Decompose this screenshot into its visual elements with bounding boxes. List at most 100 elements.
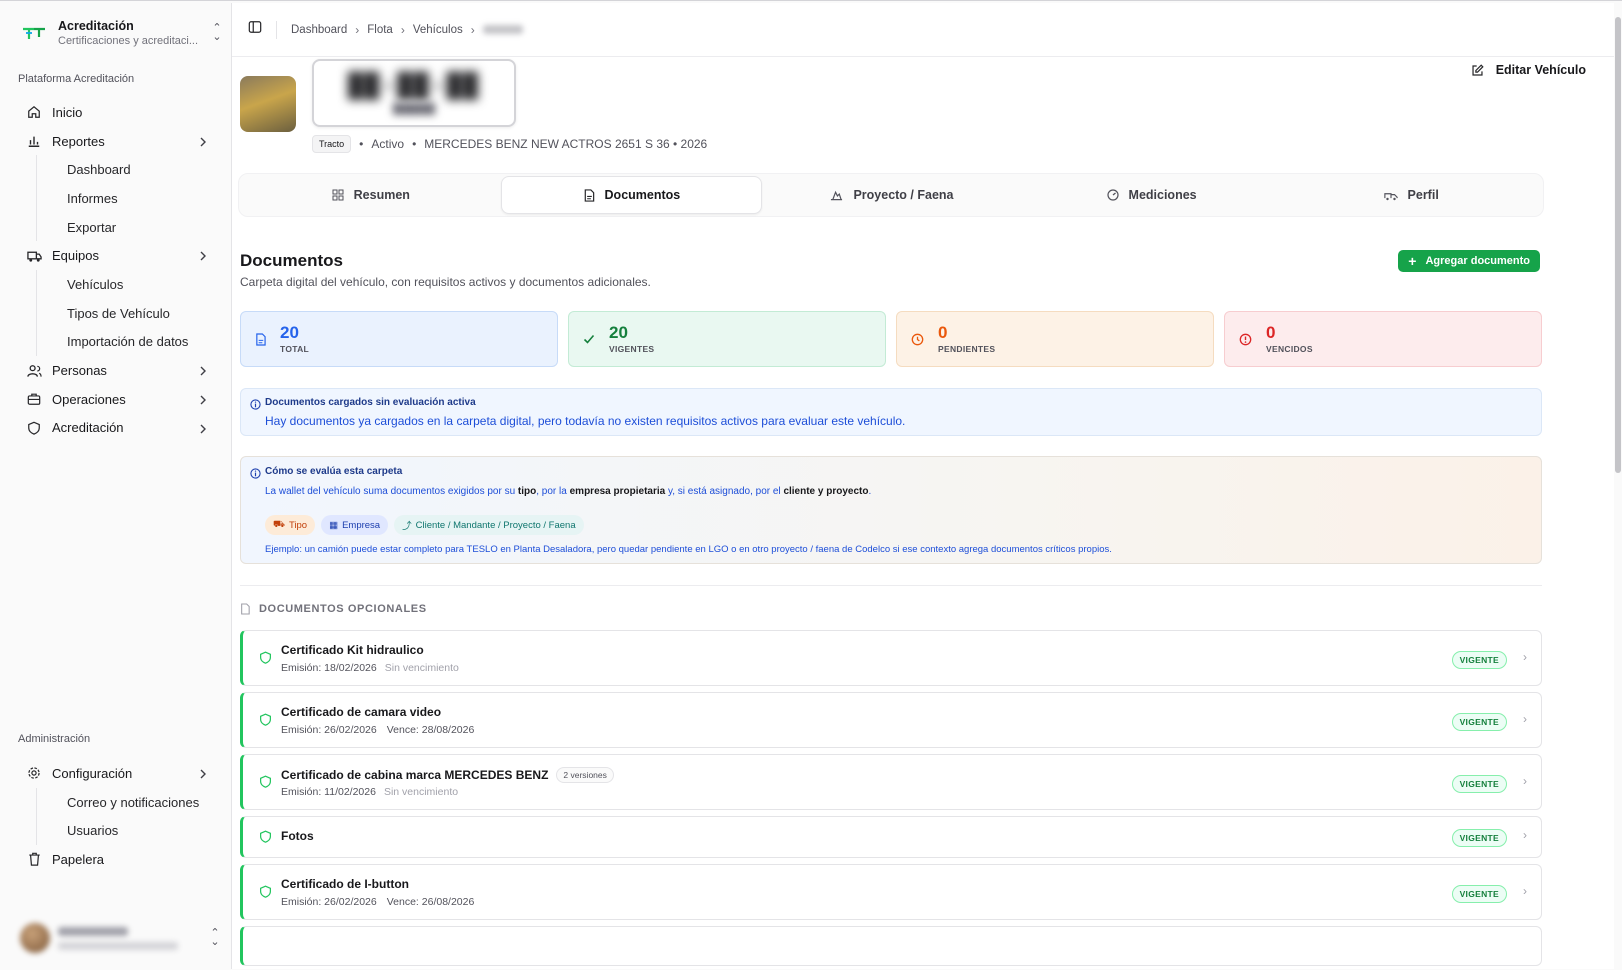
status-badge: VIGENTE bbox=[1451, 775, 1507, 793]
building-icon: ▦ bbox=[329, 519, 339, 531]
document-name: Certificado de camara video bbox=[281, 705, 442, 719]
document-row[interactable]: Certificado de I-button Emisión: 26/02/2… bbox=[240, 864, 1542, 920]
chevron-right-icon: › bbox=[470, 22, 475, 37]
sidebar-item-configuracion[interactable]: Configuración bbox=[18, 759, 222, 788]
chevron-right-icon bbox=[198, 422, 208, 437]
howto-text-part: . bbox=[868, 486, 872, 497]
sidebar-subitem-dashboard[interactable]: Dashboard bbox=[36, 155, 222, 185]
stat-label: PENDIENTES bbox=[938, 344, 996, 354]
tab-documentos[interactable]: Documentos bbox=[500, 176, 763, 214]
tab-resumen[interactable]: Resumen bbox=[241, 176, 501, 214]
tab-label: Proyecto / Faena bbox=[853, 188, 954, 202]
document-name: Certificado Kit hidraulico bbox=[281, 643, 424, 657]
stat-vencidos: 0 VENCIDOS bbox=[1224, 311, 1542, 367]
stat-value: 0 bbox=[938, 323, 948, 342]
briefcase-icon bbox=[26, 391, 42, 407]
chip-label: Empresa bbox=[342, 519, 381, 531]
nav-group-label: Plataforma Acreditación bbox=[18, 73, 135, 85]
check-icon bbox=[583, 333, 595, 345]
sidebar-item-label: Acreditación bbox=[52, 420, 124, 436]
tab-perfil[interactable]: Perfil bbox=[1281, 176, 1541, 214]
breadcrumb-current-redacted bbox=[482, 25, 523, 34]
sidebar-item-reportes[interactable]: Reportes bbox=[18, 127, 222, 156]
user-menu[interactable]: ⌃ ⌄ bbox=[14, 917, 222, 959]
breadcrumb-flota[interactable]: Flota bbox=[367, 24, 393, 36]
sidebar-item-inicio[interactable]: Inicio bbox=[18, 98, 222, 127]
chart-icon bbox=[26, 133, 42, 149]
chip-label: Cliente / Mandante / Proyecto / Faena bbox=[415, 519, 576, 531]
tab-proyecto-faena[interactable]: Proyecto / Faena bbox=[762, 176, 1022, 214]
sidebar-item-label: Operaciones bbox=[52, 391, 126, 407]
info-icon bbox=[250, 397, 261, 415]
page-scrollbar[interactable] bbox=[1614, 3, 1622, 969]
sidebar-item-papelera[interactable]: Papelera bbox=[18, 845, 222, 874]
document-name: Certificado de cabina marca MERCEDES BEN… bbox=[281, 768, 549, 782]
sidebar-subitem-exportar[interactable]: Exportar bbox=[36, 212, 222, 242]
brand-title: Acreditación bbox=[58, 19, 134, 33]
admin-nav: Configuración Correo y notificaciones Us… bbox=[18, 759, 222, 874]
tab-label: Perfil bbox=[1407, 188, 1439, 202]
scrollbar-thumb[interactable] bbox=[1615, 17, 1621, 473]
chevron-right-icon: › bbox=[355, 22, 360, 37]
sidebar-subitem-importacion[interactable]: Importación de datos bbox=[36, 327, 222, 357]
breadcrumb-vehiculos[interactable]: Vehículos bbox=[413, 24, 463, 36]
truck-icon: ⛟ bbox=[273, 519, 285, 530]
document-row[interactable]: Fotos VIGENTE › bbox=[240, 816, 1542, 858]
sidebar-item-label: Papelera bbox=[52, 851, 105, 867]
chevron-right-icon: › bbox=[1523, 650, 1527, 664]
tab-label: Resumen bbox=[353, 188, 410, 202]
vehicle-photo bbox=[240, 76, 296, 132]
document-issued: Emisión: 18/02/2026 bbox=[281, 662, 377, 674]
document-row[interactable]: Certificado Kit hidraulico Emisión: 18/0… bbox=[240, 630, 1542, 686]
divider bbox=[276, 20, 277, 39]
optional-docs-header: DOCUMENTOS OPCIONALES bbox=[240, 603, 427, 615]
document-row[interactable]: Certificado de camara video Emisión: 26/… bbox=[240, 692, 1542, 748]
shield-icon bbox=[259, 713, 272, 731]
sidebar-item-label: Reportes bbox=[52, 133, 105, 149]
mine-icon bbox=[830, 189, 843, 201]
howto-text-part: , por la bbox=[536, 486, 570, 497]
stat-total: 20 TOTAL bbox=[240, 311, 558, 367]
document-expiry: Sin vencimiento bbox=[383, 786, 459, 798]
document-expiry: Vence: 28/08/2026 bbox=[386, 724, 475, 736]
sidebar-item-label: Configuración bbox=[52, 765, 133, 781]
chevron-right-icon: › bbox=[1523, 828, 1527, 842]
avatar bbox=[20, 923, 50, 953]
truck-icon bbox=[26, 248, 42, 264]
user-info-redacted bbox=[58, 926, 208, 950]
chevron-right-icon bbox=[198, 249, 208, 264]
brand-logo bbox=[20, 19, 48, 47]
notice-text: Hay documentos ya cargados en la carpeta… bbox=[265, 414, 906, 428]
howto-text-part: y, si está asignado, por el bbox=[665, 486, 784, 497]
sidebar-item-equipos[interactable]: Equipos bbox=[18, 241, 222, 270]
status-badge: VIGENTE bbox=[1451, 651, 1507, 669]
sidebar-item-personas[interactable]: Personas bbox=[18, 356, 222, 385]
info-icon bbox=[250, 466, 261, 484]
main-nav: Inicio Reportes Dashboard Informes Expor… bbox=[18, 98, 222, 442]
sidebar-subitem-tipos-vehiculo[interactable]: Tipos de Vehículo bbox=[36, 298, 222, 328]
sidebar-subitem-usuarios[interactable]: Usuarios bbox=[36, 816, 222, 846]
sidebar-subitem-correo[interactable]: Correo y notificaciones bbox=[36, 787, 222, 817]
tab-mediciones[interactable]: Mediciones bbox=[1022, 176, 1282, 214]
shield-icon bbox=[259, 775, 272, 793]
howto-title: Cómo se evalúa esta carpeta bbox=[265, 466, 403, 477]
org-switcher[interactable]: Acreditación Certificaciones y acreditac… bbox=[20, 13, 224, 53]
sidebar-subitem-informes[interactable]: Informes bbox=[36, 184, 222, 213]
trash-icon bbox=[26, 851, 42, 867]
sidebar-item-acreditacion[interactable]: Acreditación bbox=[18, 414, 222, 443]
chevron-right-icon: › bbox=[1523, 712, 1527, 726]
sidebar-subitem-vehiculos[interactable]: Vehículos bbox=[36, 270, 222, 299]
edit-vehicle-button[interactable]: Editar Vehículo bbox=[1471, 63, 1586, 77]
sidebar-toggle-icon[interactable] bbox=[248, 20, 262, 39]
document-issued: Emisión: 26/02/2026 bbox=[281, 724, 377, 736]
breadcrumb-dashboard[interactable]: Dashboard bbox=[291, 24, 347, 36]
stat-vigentes: 20 VIGENTES bbox=[568, 311, 886, 367]
stat-value: 20 bbox=[280, 323, 299, 342]
optional-docs-title: DOCUMENTOS OPCIONALES bbox=[259, 603, 427, 615]
add-document-button[interactable]: + Agregar documento bbox=[1398, 250, 1540, 272]
document-row[interactable]: Certificado de cabina marca MERCEDES BEN… bbox=[240, 754, 1542, 810]
sidebar-item-operaciones[interactable]: Operaciones bbox=[18, 385, 222, 414]
document-icon bbox=[255, 332, 266, 346]
document-row[interactable] bbox=[240, 926, 1542, 966]
tab-label: Documentos bbox=[604, 188, 681, 202]
